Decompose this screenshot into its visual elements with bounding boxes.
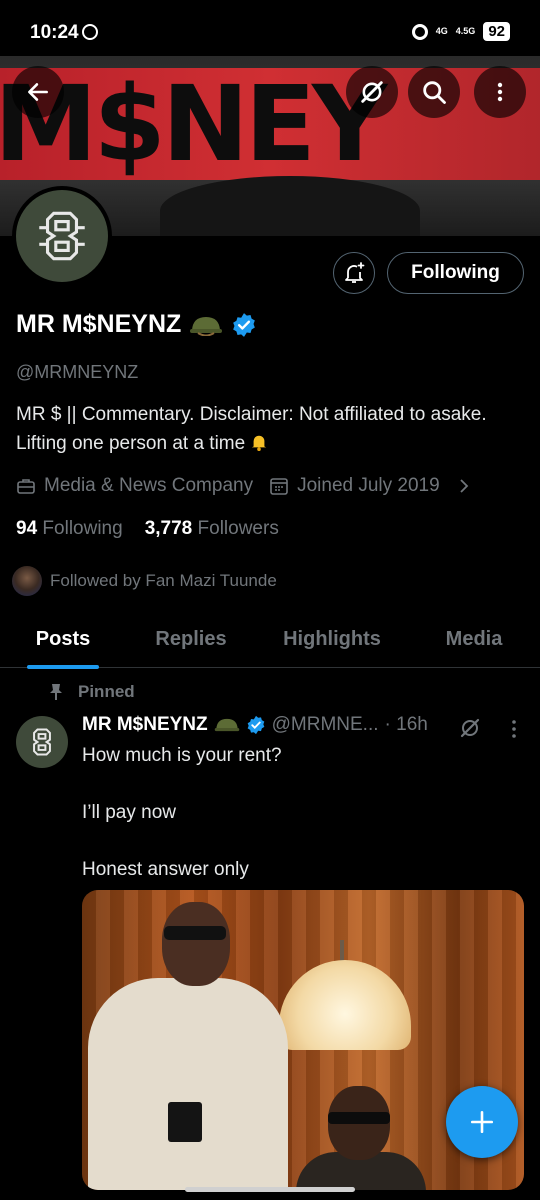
- network-45g: 4.5G: [455, 26, 476, 36]
- alarm-icon: [411, 23, 428, 40]
- search-icon: [423, 81, 446, 104]
- search-button[interactable]: [408, 66, 460, 118]
- pinned-indicator: Pinned: [48, 682, 135, 702]
- bell-plus-icon: [345, 262, 365, 283]
- follow-stats: 94 Following 3,778 Followers: [16, 518, 279, 540]
- grok-icon: [361, 81, 383, 103]
- grok-icon[interactable]: [458, 716, 482, 740]
- monogram-logo-icon: [33, 728, 51, 756]
- profile-name-row: MR M$NEYNZ: [16, 310, 257, 339]
- post-time: · 16h: [384, 714, 428, 735]
- home-indicator[interactable]: [185, 1187, 355, 1192]
- more-vertical-icon[interactable]: [506, 718, 522, 740]
- verified-badge-icon: [247, 715, 264, 735]
- more-options-button[interactable]: [474, 66, 526, 118]
- chevron-right-icon[interactable]: [456, 478, 472, 494]
- status-time: 10:24: [30, 22, 79, 43]
- post-header: MR M$NEYNZ @MRMNE... · 16h: [82, 714, 428, 736]
- network-4g: 4G: [435, 26, 448, 36]
- profile-category: Media & News Company: [44, 475, 254, 496]
- following-stat[interactable]: 94 Following: [16, 518, 123, 540]
- image-person-1-head: [162, 902, 230, 986]
- following-count: 94: [16, 518, 38, 539]
- avatar-logo: [16, 190, 108, 282]
- tab-media-label: Media: [445, 627, 503, 650]
- verified-badge-icon: [233, 312, 256, 337]
- helmet-emoji-icon: [190, 316, 223, 336]
- profile-joined: Joined July 2019: [297, 475, 440, 496]
- followed-by-row[interactable]: Followed by Fan Mazi Tuunde: [12, 566, 277, 596]
- notify-button[interactable]: [333, 252, 375, 294]
- followed-by-text: Followed by Fan Mazi Tuunde: [50, 571, 277, 590]
- following-button[interactable]: Following: [387, 252, 524, 294]
- tab-replies-label: Replies: [155, 627, 227, 650]
- followers-label: Followers: [197, 518, 279, 539]
- profile-bio: MR $ || Commentary. Disclaimer: Not affi…: [16, 400, 516, 458]
- back-button[interactable]: [12, 66, 64, 118]
- briefcase-icon: [17, 479, 35, 494]
- tab-posts[interactable]: Posts: [0, 610, 126, 669]
- banner-figure: [160, 176, 420, 236]
- status-indicators: 4G 4.5G 92: [411, 22, 510, 41]
- profile-tabs: Posts Replies Highlights Media: [0, 610, 540, 669]
- grok-button[interactable]: [346, 66, 398, 118]
- profile-avatar[interactable]: [12, 186, 112, 286]
- pin-icon: [50, 684, 62, 700]
- pinned-label: Pinned: [78, 682, 135, 701]
- more-vertical-icon: [497, 82, 503, 102]
- status-bar: 10:24 4G 4.5G 92: [0, 0, 540, 56]
- arrow-left-icon: [28, 83, 48, 101]
- profile-handle: @MRMNEYNZ: [16, 362, 139, 382]
- calendar-icon: [270, 478, 288, 495]
- tab-replies[interactable]: Replies: [126, 610, 256, 668]
- image-lamp-stem: [340, 940, 344, 962]
- image-mug: [168, 1102, 202, 1142]
- active-tab-indicator: [27, 665, 99, 669]
- image-person-1-body: [88, 978, 288, 1190]
- followers-count: 3,778: [144, 518, 193, 539]
- post-author-avatar[interactable]: [16, 716, 68, 768]
- monogram-logo-icon: [39, 211, 85, 261]
- followers-stat[interactable]: 3,778 Followers: [145, 518, 279, 540]
- whatsapp-icon: [82, 24, 98, 40]
- battery-indicator: 92: [483, 22, 510, 41]
- bell-emoji-icon: [252, 435, 267, 451]
- plus-icon: [470, 1110, 494, 1134]
- compose-button[interactable]: [446, 1086, 518, 1158]
- tab-posts-label: Posts: [35, 627, 91, 650]
- tab-highlights[interactable]: Highlights: [256, 610, 408, 668]
- helmet-emoji-icon: [214, 718, 239, 732]
- image-person-2-glasses: [328, 1112, 390, 1124]
- display-name: MR M$NEYNZ: [16, 310, 182, 338]
- post-author-handle: @MRMNE...: [271, 714, 379, 735]
- following-label: Following: [42, 518, 123, 539]
- image-person-1-glasses: [164, 926, 226, 940]
- post-text: How much is your rent? I’ll pay now Hone…: [82, 745, 282, 880]
- profile-meta: Media & News Company Joined July 2019: [16, 475, 472, 497]
- post-author-name[interactable]: MR M$NEYNZ: [82, 714, 208, 736]
- tab-media[interactable]: Media: [408, 610, 540, 668]
- follower-avatar: [12, 566, 42, 596]
- tab-highlights-label: Highlights: [283, 627, 381, 650]
